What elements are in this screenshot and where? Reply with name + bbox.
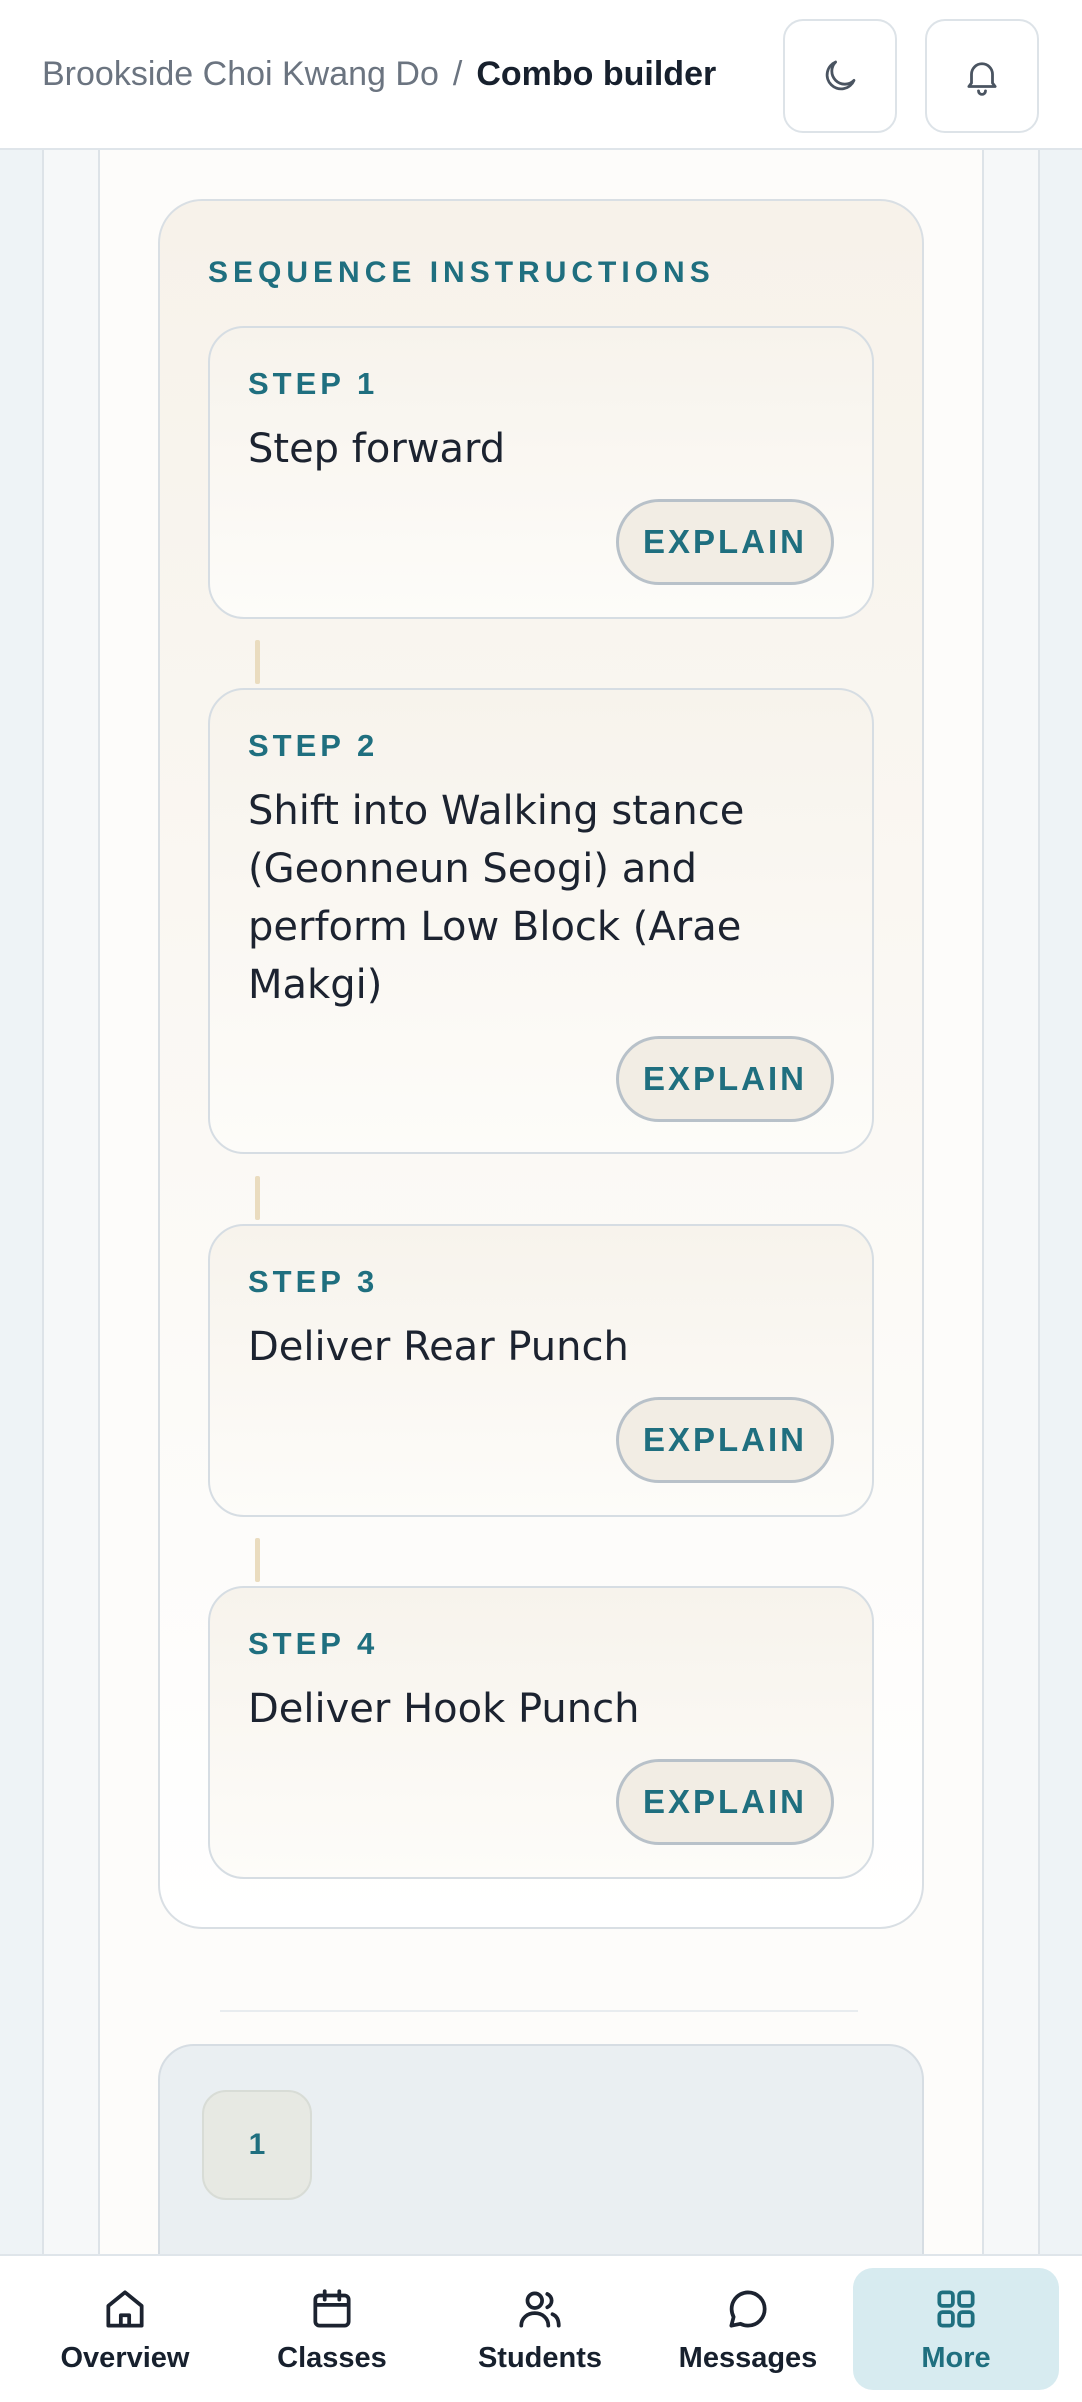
explain-button[interactable]: EXPLAIN xyxy=(616,1397,834,1483)
calendar-icon xyxy=(313,2288,351,2328)
nav-item-students[interactable]: Students xyxy=(437,2268,643,2390)
step-text: Shift into Walking stance (Geonneun Seog… xyxy=(248,788,745,1008)
nav-item-overview[interactable]: Overview xyxy=(22,2268,228,2390)
sequence-title: SEQUENCE INSTRUCTIONS xyxy=(208,256,715,289)
step-connector xyxy=(255,1176,260,1220)
step-connector xyxy=(255,1538,260,1582)
explain-button[interactable]: EXPLAIN xyxy=(616,1036,834,1122)
users-icon xyxy=(519,2291,561,2328)
step-label: STEP 2 xyxy=(248,728,379,763)
step-text: Deliver Rear Punch xyxy=(248,1324,629,1370)
chat-icon xyxy=(729,2289,767,2328)
step-card: STEP 2 Shift into Walking stance (Geonne… xyxy=(208,688,874,1154)
explain-button[interactable]: EXPLAIN xyxy=(616,499,834,585)
number-badge: 1 xyxy=(202,2090,312,2200)
step-label: STEP 1 xyxy=(248,366,379,401)
bottom-navigation: Overview Classes Students Messages More xyxy=(0,2254,1082,2402)
top-header: Brookside Choi Kwang Do / Combo builder xyxy=(0,0,1082,150)
grid-icon xyxy=(937,2289,975,2328)
step-label: STEP 3 xyxy=(248,1264,379,1299)
theme-toggle-button[interactable] xyxy=(783,19,897,133)
breadcrumb-parent[interactable]: Brookside Choi Kwang Do xyxy=(42,55,439,94)
notifications-button[interactable] xyxy=(925,19,1039,133)
step-connector xyxy=(255,640,260,684)
nav-label: Overview xyxy=(60,2341,190,2374)
home-icon xyxy=(106,2289,144,2328)
step-card: STEP 3 Deliver Rear Punch EXPLAIN xyxy=(208,1224,874,1517)
page-title: Combo builder xyxy=(476,54,717,93)
moon-icon xyxy=(825,60,856,91)
step-card: STEP 1 Step forward EXPLAIN xyxy=(208,326,874,619)
nav-item-more[interactable]: More xyxy=(853,2268,1059,2390)
nav-label: More xyxy=(921,2341,991,2374)
step-card: STEP 4 Deliver Hook Punch EXPLAIN xyxy=(208,1586,874,1879)
breadcrumb-separator: / xyxy=(452,54,463,93)
step-text: Deliver Hook Punch xyxy=(248,1686,640,1732)
nav-label: Messages xyxy=(678,2341,818,2374)
explain-button[interactable]: EXPLAIN xyxy=(616,1759,834,1845)
nav-label: Students xyxy=(477,2341,603,2374)
step-text: Step forward xyxy=(248,426,506,472)
bell-icon xyxy=(967,62,997,96)
section-divider xyxy=(220,2010,858,2012)
nav-item-classes[interactable]: Classes xyxy=(229,2268,435,2390)
nav-label: Classes xyxy=(277,2341,387,2374)
nav-item-messages[interactable]: Messages xyxy=(645,2268,851,2390)
step-label: STEP 4 xyxy=(248,1626,379,1661)
